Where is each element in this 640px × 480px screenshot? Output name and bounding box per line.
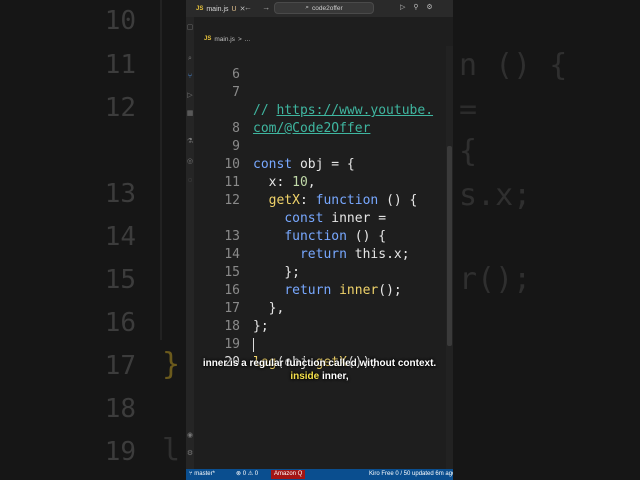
background-line-number: 11 — [104, 50, 136, 80]
search-icon: ⌕ — [305, 4, 310, 11]
run-debug-icon[interactable]: ▷ — [186, 91, 194, 99]
code-line: 17 }; — [194, 282, 446, 334]
code-line-current: 20 — [194, 336, 446, 370]
background-fragment: l — [162, 433, 181, 468]
editor-scrollbar[interactable] — [446, 46, 453, 469]
javascript-file-icon: JS — [204, 36, 212, 42]
background-line-number: 14 — [104, 222, 136, 252]
text-cursor — [253, 338, 254, 352]
code-line: 10 x: 10, — [194, 138, 446, 190]
background-line-number: 12 — [104, 93, 136, 123]
command-center-search[interactable]: ⌕ code2offer — [274, 2, 374, 14]
search-icon[interactable]: ⌕ — [186, 55, 194, 63]
background-fragment: r(); — [459, 262, 532, 297]
background-indent-guide — [160, 0, 162, 340]
problems-indicator[interactable]: ⊗ 0 ⚠ 0 — [236, 470, 258, 479]
chat-icon[interactable]: ◌ — [186, 177, 194, 184]
background-fragment: = — [459, 92, 478, 127]
breadcrumb-separator: > — [237, 35, 242, 43]
code-line: 14 }; — [194, 228, 446, 280]
breadcrumb: JS main.js > ... — [194, 33, 453, 45]
kiro-status[interactable]: Kiro Free 0 / 50 updated 6m ago — [369, 470, 453, 479]
background-line-number: 16 — [104, 308, 136, 338]
code-line: function () { — [194, 192, 446, 244]
caption-highlight: inside — [290, 371, 320, 382]
caption-line-1: inner is a regular function called witho… — [202, 358, 437, 369]
caption-line-2: inside inner, — [186, 370, 453, 383]
background-line-number: 17 — [104, 351, 136, 381]
gear-icon[interactable]: ⚙ — [186, 449, 194, 457]
account-icon[interactable]: ◉ — [186, 431, 194, 439]
code-line: 11 getX: function () { — [194, 156, 446, 208]
background-fragment: { — [459, 134, 478, 169]
video-caption: inner is a regular function called witho… — [186, 357, 453, 383]
scrollbar-thumb[interactable] — [447, 146, 452, 346]
background-line-number: 10 — [104, 6, 136, 36]
testing-icon[interactable]: ⚗ — [186, 137, 194, 145]
background-line-number: 19 — [104, 437, 136, 467]
extensions-icon[interactable]: ▦ — [186, 109, 194, 117]
code-line: 6 — [194, 48, 446, 82]
breadcrumb-file[interactable]: main.js — [214, 36, 235, 43]
search-text: code2offer — [312, 4, 343, 12]
tab-main-js[interactable]: JS main.js U ✕ — [196, 2, 245, 16]
code-line: 15 return inner(); — [194, 246, 446, 298]
remote-icon[interactable]: ◎ — [186, 157, 194, 165]
code-line: 18 — [194, 300, 446, 334]
branch-indicator[interactable]: ⑂ master* — [189, 470, 215, 479]
background-brace: } — [162, 347, 181, 382]
code-line: 8 — [194, 102, 446, 136]
code-line: 12 const inner = — [194, 174, 446, 226]
background-left-panel: 10 11 12 13 14 15 16 17 18 19 } l — [0, 0, 186, 480]
code-line: 19 log(obj.getX()); — [194, 318, 446, 370]
title-bar: JS main.js U ✕ ← → ⌕ code2offer ▷ ⚲ ⚙ — [186, 0, 453, 17]
code-line: 16 }, — [194, 264, 446, 316]
navigation-arrows[interactable]: ← → — [244, 3, 274, 12]
background-fragment: s.x; — [459, 178, 532, 213]
code-line: com/@Code2Offer — [194, 84, 446, 136]
code-line: 13 return this.x; — [194, 210, 446, 262]
background-right-panel: n () { = { s.x; r(); — [453, 0, 640, 480]
background-fragment: n () { — [459, 48, 568, 83]
status-bar: ⑂ master* ⊗ 0 ⚠ 0 Amazon Q Kiro Free 0 /… — [186, 469, 453, 480]
branch-name: master* — [194, 471, 215, 477]
background-line-number: 18 — [104, 394, 136, 424]
untracked-badge: U — [231, 5, 237, 13]
activity-bar: ▢ ⌕ ⑂ ▷ ▦ ⚗ ◎ ◌ ◉ ⚙ — [186, 17, 194, 469]
breadcrumb-more[interactable]: ... — [245, 36, 250, 43]
tab-label: main.js — [206, 5, 229, 13]
javascript-file-icon: JS — [196, 6, 204, 12]
amazon-q-button[interactable]: Amazon Q — [271, 470, 306, 479]
caption-rest: inner, — [319, 371, 349, 382]
code-editor[interactable]: 6 7 // https://www.youtube. com/@Code2Of… — [194, 46, 446, 469]
run-and-settings-buttons[interactable]: ▷ ⚲ ⚙ — [400, 3, 436, 11]
code-line: 9 const obj = { — [194, 120, 446, 172]
background-line-number: 15 — [104, 265, 136, 295]
code-line: 7 // https://www.youtube. — [194, 66, 446, 118]
explorer-icon[interactable]: ▢ — [186, 23, 194, 31]
background-line-number: 13 — [104, 179, 136, 209]
source-control-icon[interactable]: ⑂ — [186, 73, 194, 80]
editor-window: JS main.js U ✕ ← → ⌕ code2offer ▷ ⚲ ⚙ ▢ … — [186, 0, 453, 480]
